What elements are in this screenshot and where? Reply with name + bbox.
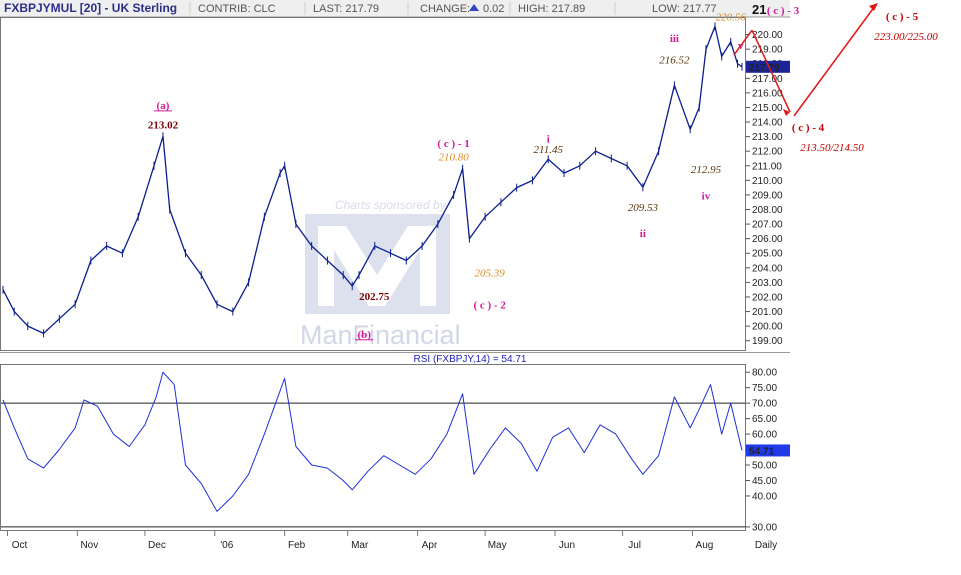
- price-tick-label: 202.00: [752, 292, 783, 303]
- rsi-tick-label: 30.00: [752, 522, 777, 533]
- time-tick-label: Oct: [12, 540, 28, 551]
- target-label: 223.00/225.00: [874, 31, 938, 43]
- rsi-tick-label: 70.00: [752, 399, 777, 410]
- manfinancial-logo: ManFinancial: [300, 214, 461, 350]
- time-tick-label: Dec: [148, 540, 166, 551]
- price-tick-label: 215.00: [752, 103, 783, 114]
- time-tick-label: Feb: [288, 540, 306, 551]
- high-label: HIGH: 217.89: [518, 3, 585, 15]
- price-tick-label: 207.00: [752, 220, 783, 231]
- price-tick-label: 209.00: [752, 190, 783, 201]
- price-tick-label: 200.00: [752, 322, 783, 333]
- rsi-tick-label: 80.00: [752, 368, 777, 379]
- price-tick-label: 203.00: [752, 278, 783, 289]
- wave-label: ( c ) - 5: [886, 11, 919, 23]
- wave-label: ii: [640, 228, 646, 240]
- price-tick-label: 199.00: [752, 336, 783, 347]
- instrument-title: FXBPJYMUL [20] - UK Sterling: [4, 1, 177, 15]
- price-tick-label: 212.00: [752, 147, 783, 158]
- wave-label: (b): [357, 329, 371, 341]
- rsi-tick-label: 50.00: [752, 461, 777, 472]
- rsi-tick-label: 65.00: [752, 414, 777, 425]
- price-tick-label: 219.00: [752, 45, 783, 56]
- rsi-title: RSI (FXBPJY,14) = 54.71: [414, 354, 527, 365]
- price-tick-label: 210.00: [752, 176, 783, 187]
- rsi-tick-label: 45.00: [752, 476, 777, 487]
- price-tick-label: 208.00: [752, 205, 783, 216]
- low-label: LOW: 217.77: [652, 3, 717, 15]
- time-tick-label: Nov: [80, 540, 98, 551]
- last-price-label: LAST: 217.79: [313, 3, 379, 15]
- wave-label: ( c ) - 4: [792, 122, 825, 134]
- time-tick-label: Daily: [755, 540, 777, 551]
- time-tick-label: Jul: [628, 540, 641, 551]
- contrib-label: CONTRIB: CLC: [198, 3, 276, 15]
- time-tick-label: Jun: [559, 540, 575, 551]
- time-tick-label: Aug: [696, 540, 714, 551]
- time-tick-label: May: [488, 540, 507, 551]
- wave-label: ( c ) - 1: [437, 138, 469, 150]
- price-note: 205.39: [475, 268, 506, 280]
- price-note: 220.56: [716, 11, 747, 23]
- price-tick-label: 214.00: [752, 118, 783, 129]
- price-tick-label: 204.00: [752, 263, 783, 274]
- rsi-tick-label: 60.00: [752, 430, 777, 441]
- last-price-value: 217.79: [749, 63, 780, 74]
- change-label: CHANGE:: [420, 3, 470, 15]
- price-note: 213.02: [148, 119, 179, 131]
- time-tick-label: Apr: [422, 540, 438, 551]
- wave-label: iii: [670, 33, 679, 45]
- price-note: 202.75: [359, 291, 390, 303]
- price-note: 212.95: [691, 164, 722, 176]
- rsi-tick-label: 75.00: [752, 383, 777, 394]
- price-note: 216.52: [659, 55, 690, 67]
- sponsor-watermark: Charts sponsored by: ManFinancial: [300, 198, 461, 350]
- change-value: 0.02: [483, 3, 504, 15]
- price-tick-label: 201.00: [752, 307, 783, 318]
- price-tick-label: 213.00: [752, 132, 783, 143]
- wave-label: iv: [702, 190, 711, 202]
- price-note: 210.80: [438, 152, 469, 164]
- price-tick-label: 205.00: [752, 249, 783, 260]
- wave-label: ( c ) - 3: [767, 5, 800, 17]
- header-bar: FXBPJYMUL [20] - UK Sterling CONTRIB: CL…: [0, 0, 790, 18]
- rsi-value: 54.71: [749, 446, 774, 457]
- price-tick-label: 217.00: [752, 74, 783, 85]
- price-note: 211.45: [534, 144, 564, 156]
- price-tick-label: 211.00: [752, 161, 782, 172]
- watermark-sponsor-text: Charts sponsored by:: [335, 198, 449, 212]
- time-tick-label: '06: [220, 540, 233, 551]
- price-tick-label: 206.00: [752, 234, 783, 245]
- target-label: 213.50/214.50: [800, 142, 864, 154]
- wave-label: (a): [157, 100, 170, 112]
- wave-label: ( c ) - 2: [473, 300, 506, 312]
- header-corner-value: 21: [752, 2, 766, 17]
- time-tick-label: Mar: [351, 540, 369, 551]
- chart-canvas: FXBPJYMUL [20] - UK Sterling CONTRIB: CL…: [0, 0, 961, 575]
- price-note: 209.53: [628, 202, 659, 214]
- watermark-brand: ManFinancial: [300, 320, 461, 350]
- rsi-tick-label: 40.00: [752, 491, 777, 502]
- price-tick-label: 216.00: [752, 88, 783, 99]
